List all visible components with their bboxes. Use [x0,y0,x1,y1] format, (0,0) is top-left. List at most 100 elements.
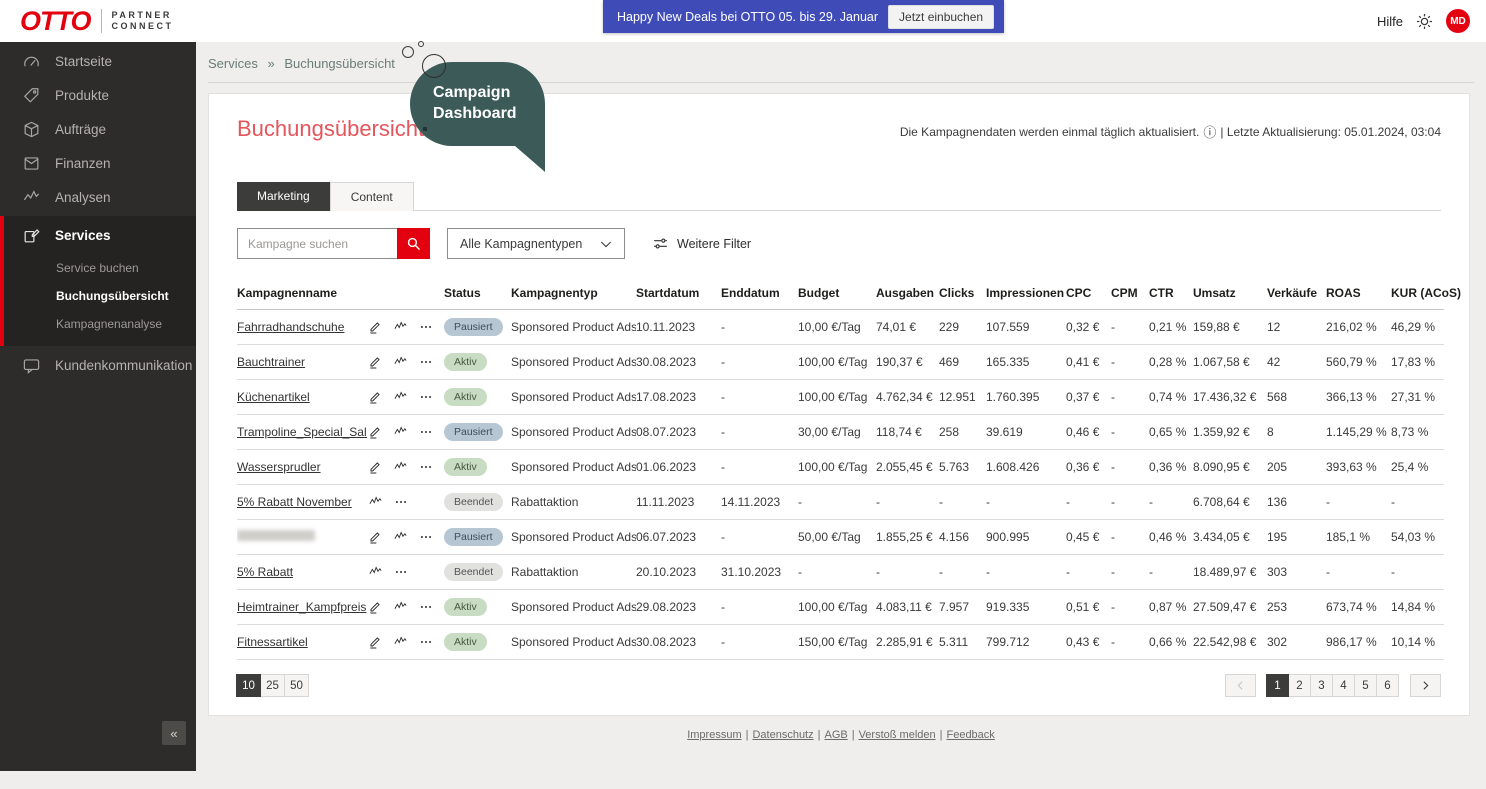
analytics-icon[interactable] [392,390,409,405]
page-size-50[interactable]: 50 [284,674,309,697]
table-row: 5% Rabatt NovemberBeendetRabattaktion11.… [237,485,1444,520]
sidebar-item-analysen[interactable]: Analysen [0,180,196,214]
more-actions-icon[interactable] [418,635,434,649]
next-page-button[interactable] [1410,674,1441,697]
more-actions-icon[interactable] [418,390,434,404]
otto-partner-connect-logo[interactable]: OTTO PARTNER CONNECT [0,6,174,37]
ctr-cell: 0,74 % [1149,380,1193,415]
more-actions-icon[interactable] [418,600,434,614]
page-size-25[interactable]: 25 [260,674,285,697]
gear-icon[interactable] [1415,12,1434,31]
edit-icon[interactable] [367,634,383,650]
sidebar-item-services[interactable]: Services [4,218,196,252]
row-actions-cell [367,520,444,555]
campaign-name-link[interactable]: Fitnessartikel [237,635,308,649]
ctr-cell: 0,87 % [1149,590,1193,625]
campaign-name-link[interactable]: Bauchtrainer [237,355,305,369]
more-actions-icon[interactable] [418,320,434,334]
clicks-cell: 229 [939,310,986,345]
impressions-cell: 900.995 [986,520,1066,555]
analytics-icon[interactable] [392,425,409,440]
tab-content[interactable]: Content [330,182,414,211]
more-actions-icon[interactable] [393,565,409,579]
sidebar-collapse-button[interactable]: « [162,721,186,745]
footer-link-versto-melden[interactable]: Verstoß melden [859,729,936,741]
start-date-cell: 11.11.2023 [636,485,721,520]
campaign-name-link[interactable]: Heimtrainer_Kampfpreis [237,600,366,614]
edit-icon[interactable] [367,319,383,335]
spend-cell: - [876,485,939,520]
analytics-icon[interactable] [367,565,384,580]
search-button[interactable] [397,228,430,259]
page-4[interactable]: 4 [1332,674,1355,697]
help-link[interactable]: Hilfe [1377,14,1403,29]
campaign-type-cell: Rabattaktion [511,485,636,520]
analytics-icon[interactable] [367,495,384,510]
status-badge: Pausiert [444,423,503,441]
promo-banner-button[interactable]: Jetzt einbuchen [888,5,994,29]
sidebar-item-finanzen[interactable]: Finanzen [0,146,196,180]
row-actions-cell [367,310,444,345]
sidebar-item-startseite[interactable]: Startseite [0,44,196,78]
edit-icon[interactable] [367,389,383,405]
sales-cell: 195 [1267,520,1326,555]
edit-icon[interactable] [367,529,383,545]
info-icon[interactable]: ⓘ [1203,122,1216,141]
more-filters-button[interactable]: Weitere Filter [652,235,751,252]
breadcrumb-services[interactable]: Services [208,56,258,71]
start-date-cell: 17.08.2023 [636,380,721,415]
revenue-cell: 1.359,92 € [1193,415,1267,450]
edit-icon[interactable] [367,599,383,615]
edit-icon[interactable] [367,459,383,475]
campaign-name-link[interactable]: Küchenartikel [237,390,310,404]
analytics-icon[interactable] [392,355,409,370]
end-date-cell: 14.11.2023 [721,485,798,520]
more-actions-icon[interactable] [418,530,434,544]
analytics-icon[interactable] [392,530,409,545]
page-6[interactable]: 6 [1376,674,1399,697]
campaign-name-link[interactable]: Wassersprudler [237,460,321,474]
footer-link-feedback[interactable]: Feedback [946,729,994,741]
page-size-10[interactable]: 10 [236,674,261,697]
analytics-icon[interactable] [392,600,409,615]
sales-cell: 205 [1267,450,1326,485]
table-row: BauchtrainerAktivSponsored Product Ads30… [237,345,1444,380]
more-actions-icon[interactable] [418,460,434,474]
tab-marketing[interactable]: Marketing [237,182,330,211]
footer-link-datenschutz[interactable]: Datenschutz [752,729,813,741]
more-actions-icon[interactable] [418,425,434,439]
revenue-cell: 22.542,98 € [1193,625,1267,660]
page-2[interactable]: 2 [1288,674,1311,697]
footer-link-impressum[interactable]: Impressum [687,729,741,741]
sidebar-item-auftraege[interactable]: Aufträge [0,112,196,146]
campaign-name-link[interactable]: 5% Rabatt [237,565,293,579]
page-1[interactable]: 1 [1266,674,1289,697]
footer-link-agb[interactable]: AGB [824,729,847,741]
search-input[interactable] [237,228,397,259]
campaign-name-link[interactable]: Fahrradhandschuhe [237,320,344,334]
more-actions-icon[interactable] [393,495,409,509]
booking-overview-card: Buchungsübersicht Die Kampagnendaten wer… [208,93,1470,716]
campaign-type-dropdown[interactable]: Alle Kampagnentypen [447,228,625,259]
more-actions-icon[interactable] [418,355,434,369]
sidebar-subitem-kampagnenanalyse[interactable]: Kampagnenanalyse [56,310,196,338]
previous-page-button[interactable] [1225,674,1256,697]
analytics-icon[interactable] [392,320,409,335]
sidebar-subitem-buchungsuebersicht[interactable]: Buchungsübersicht [56,282,196,310]
redacted-campaign-name [237,530,315,541]
page-5[interactable]: 5 [1354,674,1377,697]
campaign-type-cell: Sponsored Product Ads [511,625,636,660]
campaign-name-link[interactable]: Trampoline_Special_Sale [237,425,367,439]
sidebar-item-kundenkommunikation[interactable]: Kundenkommunikation [0,348,196,382]
campaign-name-link[interactable]: 5% Rabatt November [237,495,352,509]
analytics-icon[interactable] [392,460,409,475]
page-3[interactable]: 3 [1310,674,1333,697]
edit-icon[interactable] [367,354,383,370]
avatar[interactable]: MD [1446,9,1470,33]
sidebar-subitem-service-buchen[interactable]: Service buchen [56,254,196,282]
sales-cell: 303 [1267,555,1326,590]
breadcrumb-divider [208,82,1474,83]
analytics-icon[interactable] [392,635,409,650]
edit-icon[interactable] [367,424,383,440]
sidebar-item-produkte[interactable]: Produkte [0,78,196,112]
